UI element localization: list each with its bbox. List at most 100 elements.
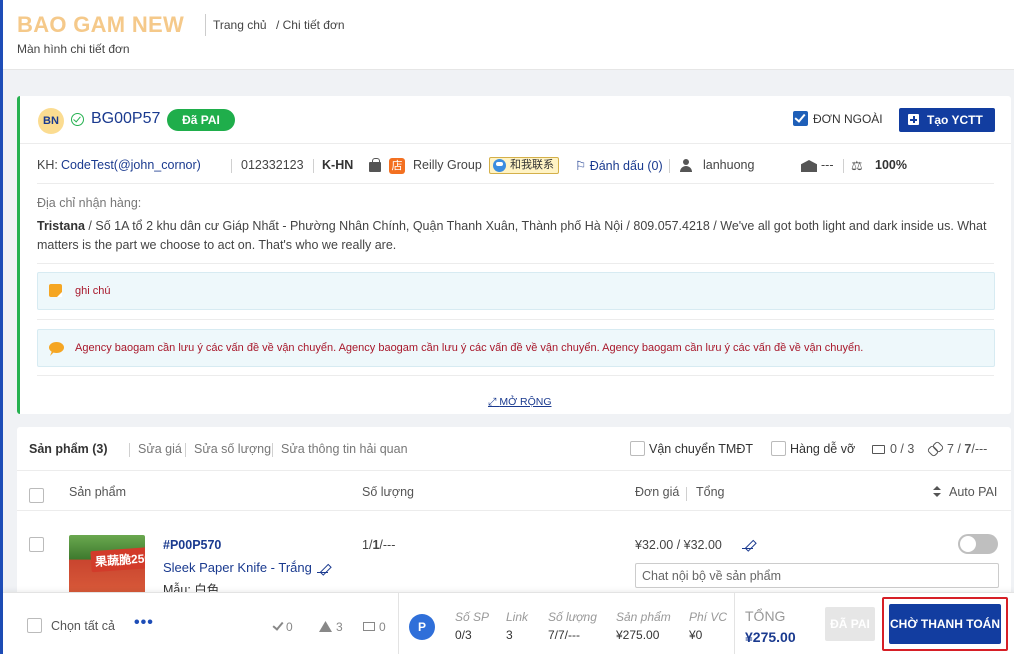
completion-percent: 100% bbox=[875, 158, 907, 172]
product-row-checkbox[interactable] bbox=[29, 537, 44, 552]
separator bbox=[185, 443, 186, 457]
warning-count: 3 bbox=[336, 620, 343, 634]
summary-label-shipping: Phí VC bbox=[689, 610, 728, 624]
address-text: Tristana / Số 1A tổ 2 khu dân cư Giáp Nh… bbox=[37, 217, 987, 255]
external-order-label[interactable]: ĐƠN NGOÀI bbox=[813, 112, 883, 126]
sticky-note-icon bbox=[49, 284, 62, 297]
warehouse-code: K-HN bbox=[322, 158, 354, 172]
done-count: 0 bbox=[286, 620, 293, 634]
sort-icon[interactable] bbox=[933, 486, 941, 497]
warehouse-icon bbox=[801, 160, 817, 172]
done-stat: 0 bbox=[272, 619, 293, 634]
fragile-checkbox[interactable] bbox=[771, 441, 786, 456]
status-p-badge: P bbox=[409, 614, 435, 640]
customer-prefix: KH: bbox=[37, 158, 58, 172]
col-auto-pai[interactable]: Auto PAI bbox=[949, 485, 997, 499]
breadcrumb: Trang chủ / Chi tiết đơn bbox=[205, 14, 351, 36]
mark-link[interactable]: ⚐ Đánh dấu (0) bbox=[575, 158, 663, 173]
divider bbox=[37, 263, 994, 264]
select-all-products-checkbox[interactable] bbox=[29, 488, 44, 503]
summary-label-products: Số SP bbox=[455, 610, 490, 624]
message-count: 0 / 3 bbox=[890, 442, 915, 456]
summary-value-quantity: 7/7/--- bbox=[548, 628, 581, 642]
breadcrumb-current: / Chi tiết đơn bbox=[275, 18, 345, 32]
product-chat-input[interactable] bbox=[635, 563, 999, 588]
qty-part: 1/ bbox=[362, 538, 373, 552]
warning-icon bbox=[319, 621, 332, 632]
order-code: BG00P57 bbox=[91, 110, 161, 127]
separator bbox=[313, 159, 314, 173]
create-ycct-button[interactable]: Tạo YCTT bbox=[899, 108, 995, 132]
customer-phone: 012332123 bbox=[241, 158, 304, 172]
edit-pencil-icon[interactable] bbox=[316, 562, 328, 573]
col-quantity: Số lượng bbox=[362, 485, 415, 499]
contact-seller-badge[interactable]: 和我联系 bbox=[489, 157, 559, 174]
shipping-tmdt-label[interactable]: Vận chuyển TMĐT bbox=[649, 442, 753, 456]
note-box[interactable]: ghi chú bbox=[37, 272, 995, 310]
shop-logo-icon: 店 bbox=[389, 158, 405, 174]
summary-value-products: 0/3 bbox=[455, 628, 472, 642]
edit-customs-link[interactable]: Sửa thông tin hải quan bbox=[281, 442, 408, 456]
recipient-name: Tristana bbox=[37, 219, 85, 233]
product-thumbnail[interactable]: 果蔬脆250 bbox=[69, 535, 145, 595]
divider bbox=[20, 143, 1011, 144]
select-all-label[interactable]: Chọn tất cả bbox=[51, 619, 115, 633]
total-value: ¥275.00 bbox=[745, 629, 796, 645]
shipping-tmdt-checkbox[interactable] bbox=[630, 441, 645, 456]
separator bbox=[272, 443, 273, 457]
qq-icon bbox=[493, 159, 506, 172]
agency-note-text: Agency baogam cần lưu ý các vấn đề về vậ… bbox=[75, 342, 864, 354]
summary-value-shipping: ¥0 bbox=[689, 628, 703, 642]
shop-name[interactable]: Reilly Group bbox=[413, 158, 482, 172]
products-table-header: Sản phẩm Số lượng Đơn giá Tổng Auto PAI bbox=[17, 471, 1011, 511]
qty-part: /--- bbox=[379, 538, 396, 552]
customer-link[interactable]: CodeTest(@john_cornor) bbox=[61, 158, 201, 172]
summary-value-link: 3 bbox=[506, 628, 513, 642]
breadcrumb-home[interactable]: Trang chủ bbox=[213, 18, 267, 32]
mail-stat: 0 bbox=[363, 620, 386, 634]
note-text: ghi chú bbox=[75, 285, 111, 297]
summary-label-goods: Sản phẩm bbox=[616, 610, 671, 624]
agency-note-box: Agency baogam cần lưu ý các vấn đề về vậ… bbox=[37, 329, 995, 367]
user-icon bbox=[680, 159, 692, 172]
edit-quantity-link[interactable]: Sửa số lượng bbox=[194, 442, 271, 456]
fragile-label[interactable]: Hàng dễ vỡ bbox=[790, 442, 855, 456]
select-all-checkbox[interactable] bbox=[27, 618, 42, 633]
auto-pai-toggle[interactable] bbox=[958, 534, 998, 554]
create-ycct-label: Tạo YCTT bbox=[927, 113, 983, 127]
expand-link[interactable]: ⤢ MỞ RỘNG bbox=[488, 396, 552, 409]
edit-price-pencil-icon[interactable] bbox=[742, 538, 753, 549]
col-price: Đơn giá bbox=[635, 485, 680, 499]
mark-label: Đánh dấu (0) bbox=[589, 159, 663, 173]
summary-value-goods: ¥275.00 bbox=[616, 628, 660, 642]
more-actions-icon[interactable]: ••• bbox=[134, 615, 154, 631]
chat-bubble-icon bbox=[49, 342, 64, 353]
external-order-checkbox[interactable] bbox=[793, 111, 808, 126]
separator bbox=[734, 593, 735, 654]
products-title: Sản phẩm (3) bbox=[29, 442, 108, 456]
product-name[interactable]: Sleek Paper Knife - Trắng bbox=[163, 560, 328, 575]
awaiting-payment-button[interactable]: CHỜ THANH TOÁN bbox=[889, 604, 1001, 644]
page-subtitle: Màn hình chi tiết đơn bbox=[17, 42, 130, 56]
plus-icon bbox=[908, 114, 919, 125]
paid-button[interactable]: ĐÃ PAI bbox=[825, 607, 875, 641]
divider bbox=[37, 183, 994, 184]
address-detail: / Số 1A tổ 2 khu dân cư Giáp Nhất - Phườ… bbox=[37, 219, 987, 252]
product-code[interactable]: #P00P570 bbox=[163, 538, 221, 552]
bottom-action-bar: Chọn tất cả ••• 0 3 0 P Số SP 0/3 Link 3… bbox=[3, 592, 1014, 654]
thumbnail-text: 果蔬脆250 bbox=[90, 546, 145, 573]
link-count-part: 7 / bbox=[947, 442, 961, 456]
separator bbox=[843, 159, 844, 173]
link-icon bbox=[929, 443, 941, 455]
edit-price-link[interactable]: Sửa giá bbox=[138, 442, 182, 456]
expand-label: MỞ RỘNG bbox=[499, 396, 552, 408]
status-badge: Đã PAI bbox=[167, 109, 235, 131]
separator bbox=[686, 487, 687, 501]
summary-label-link: Link bbox=[506, 610, 529, 624]
table-row: 果蔬脆250 #P00P570 Sleek Paper Knife - Trắn… bbox=[17, 511, 1011, 601]
awaiting-payment-highlight: CHỜ THANH TOÁN bbox=[882, 597, 1008, 651]
avatar: BN bbox=[38, 108, 64, 134]
warehouse-value: --- bbox=[821, 158, 834, 172]
divider bbox=[37, 375, 994, 376]
warning-stat: 3 bbox=[319, 620, 343, 634]
